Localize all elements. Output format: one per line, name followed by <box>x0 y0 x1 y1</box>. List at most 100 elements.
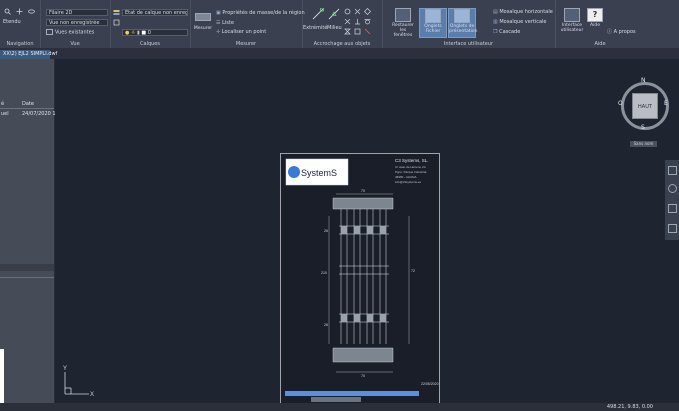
aide-group-label: Aide <box>594 41 606 47</box>
pan-icon[interactable] <box>16 8 23 15</box>
node-snap-icon[interactable] <box>354 8 361 15</box>
endpoint-snap-icon[interactable] <box>312 7 324 20</box>
tile-horizontal-label: Mosaïque horizontale <box>499 9 553 15</box>
named-view-select[interactable]: Vue non enregistrée <box>46 19 108 26</box>
visual-style-select[interactable]: Filaire 2D <box>46 9 108 16</box>
help-label: Aide <box>590 23 600 28</box>
tangent-snap-icon[interactable] <box>364 18 371 25</box>
sun-icon: ☼ <box>130 30 136 36</box>
clear-snaps-icon[interactable] <box>364 28 371 35</box>
existing-views-button[interactable]: Vues existantes <box>46 29 94 36</box>
tile-horizontal-button[interactable]: ▤ Mosaïque horizontale <box>493 9 553 15</box>
company-addr3: 46960 - ALDAIA <box>395 175 417 179</box>
compass-east[interactable]: E <box>664 100 668 107</box>
restore-windows-label: Restaurer les fenêtres <box>392 23 414 38</box>
calques-group: Etat de calque non enregistré ● ☼ ▮ ■ 0 … <box>110 0 191 48</box>
drawing-svg: SystemS C3 Systems, SL. C/ Juan de Herre… <box>285 158 439 402</box>
tile-vertical-button[interactable]: ▥ Mosaïque verticale <box>493 19 547 25</box>
nav-orbit-icon[interactable] <box>668 204 677 213</box>
second-header-divider <box>0 277 54 278</box>
layer-properties-icon[interactable] <box>113 9 120 16</box>
locate-point-button[interactable]: ✛ Localiser un point <box>216 29 266 35</box>
about-button[interactable]: ⓘ A propos <box>607 28 636 35</box>
ucs-menu-button[interactable]: Sans nom <box>630 141 657 147</box>
nav-showmotion-icon[interactable] <box>668 224 677 233</box>
viewcube-face[interactable]: HAUT <box>632 93 658 119</box>
compass-west[interactable]: O <box>618 100 623 107</box>
lock-icon: ▮ <box>137 30 140 36</box>
navigation-group-label: Navigation <box>6 41 34 47</box>
lightbulb-icon: ● <box>125 30 130 36</box>
about-label: A propos <box>613 29 636 35</box>
cascade-button[interactable]: ❐ Cascade <box>493 29 520 35</box>
navigation-bar[interactable] <box>665 160 679 240</box>
quadrant-snap-icon[interactable] <box>364 8 371 15</box>
vue-group-label: Vue <box>70 41 80 47</box>
interface-group-label: Interface utilisateur <box>443 41 494 47</box>
col-date-header[interactable]: Date <box>22 101 34 107</box>
left-panel: é Date uel 24/07/2020 1 <box>0 59 56 404</box>
document-tab[interactable]: XX\2) EJL2 SIMPLI.dwf <box>0 50 57 59</box>
layer-state-select[interactable]: Etat de calque non enregistré <box>122 9 188 16</box>
intersection-snap-icon[interactable] <box>344 18 351 25</box>
perpendicular-snap-icon[interactable] <box>354 18 361 25</box>
nearest-snap-icon[interactable] <box>344 28 351 35</box>
insertion-snap-icon[interactable] <box>354 28 361 35</box>
company-addr1: C/ Juan de Herrera, 24 <box>395 165 426 169</box>
dim-left-mid: 210 <box>321 271 327 275</box>
info-icon: ⓘ <box>607 29 613 35</box>
drawing-sheet[interactable]: SystemS C3 Systems, SL. C/ Juan de Herre… <box>280 153 440 405</box>
panel-splitter[interactable] <box>0 264 54 271</box>
zoom-icon[interactable] <box>4 8 11 15</box>
list-button[interactable]: ☰ Liste <box>216 20 234 26</box>
nav-bar <box>311 397 361 402</box>
layout-tabs-label: Onglets de présentation <box>449 24 478 34</box>
file-tabs-button[interactable]: Onglets Fichier <box>419 8 447 38</box>
help-icon: ? <box>587 8 603 22</box>
orbit-icon[interactable] <box>28 8 35 15</box>
cascade-icon: ❐ <box>493 29 498 35</box>
compass-south[interactable]: S <box>641 124 645 131</box>
zoom-extents-button[interactable]: Etendu <box>3 19 21 25</box>
header-divider <box>0 108 54 109</box>
measure-button[interactable]: Mesurer <box>192 8 214 36</box>
nav-pan-icon[interactable] <box>668 166 677 175</box>
cascade-label: Cascade <box>499 29 521 35</box>
mass-properties-button[interactable]: ▣ Propriétés de masse/de la région <box>216 10 305 16</box>
logo-text: SystemS <box>301 168 337 178</box>
compass-north[interactable]: N <box>641 77 646 84</box>
endpoint-label: Extrémité <box>303 25 328 31</box>
date-stamp: 22/05/2020 <box>421 382 439 386</box>
existing-views-label: Vues existantes <box>55 29 95 36</box>
current-layer-select[interactable]: ● ☼ ▮ ■ 0 <box>122 29 188 36</box>
coordinates-readout[interactable]: 498.21, 9.83, 0.00 <box>607 404 653 410</box>
scrollbar[interactable] <box>0 349 4 404</box>
center-snap-icon[interactable] <box>344 8 351 15</box>
layout-tabs-button[interactable]: Onglets de présentation <box>448 8 478 38</box>
ucs-x-label: X <box>90 392 94 398</box>
tile-vertical-icon: ▥ <box>493 19 498 25</box>
row-date[interactable]: 24/07/2020 1 <box>22 111 56 117</box>
tile-vertical-label: Mosaïque verticale <box>499 19 547 25</box>
accrochage-group-label: Accrochage aux objets <box>313 41 371 47</box>
midpoint-snap-icon[interactable] <box>328 8 340 20</box>
user-interface-label: Interface utilisateur <box>560 23 584 33</box>
locate-point-icon: ✛ <box>216 29 221 35</box>
mesurer-group: Mesurer ▣ Propriétés de masse/de la régi… <box>190 0 305 48</box>
dim-left-top: 26 <box>324 229 328 233</box>
title-bar <box>285 391 419 396</box>
interface-group: Restaurer les fenêtres Onglets Fichier O… <box>382 0 556 48</box>
help-button[interactable]: ? Aide <box>585 8 605 36</box>
nav-zoom-icon[interactable] <box>668 184 677 193</box>
layer-isolate-icon[interactable] <box>113 19 120 26</box>
color-swatch-icon: ■ <box>141 30 147 36</box>
aide-group: Interface utilisateur ? Aide ⓘ A propos … <box>555 0 645 48</box>
locate-point-label: Localiser un point <box>221 29 267 35</box>
calques-group-label: Calques <box>140 41 160 47</box>
views-icon <box>46 29 53 35</box>
row-name[interactable]: uel <box>1 111 9 117</box>
ucs-y-label: Y <box>63 366 67 372</box>
col-name-header[interactable]: é <box>1 101 4 107</box>
restore-windows-button[interactable]: Restaurer les fenêtres <box>390 8 416 38</box>
user-interface-button[interactable]: Interface utilisateur <box>559 8 585 36</box>
